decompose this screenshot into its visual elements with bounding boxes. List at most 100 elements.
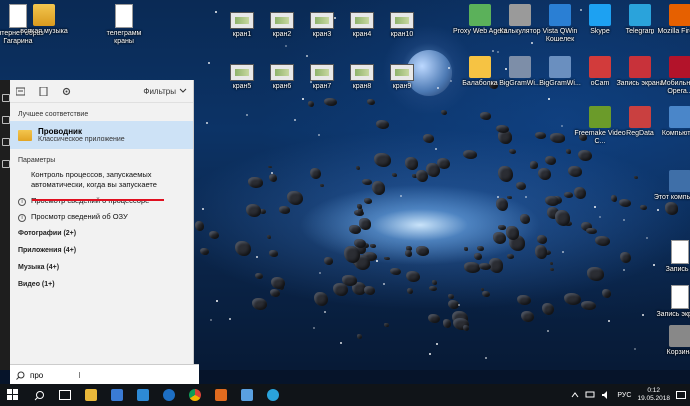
desktop-icon[interactable]: всякая музыка (16, 4, 72, 36)
volume-icon[interactable] (601, 391, 611, 399)
app-icon (509, 4, 531, 26)
star (436, 86, 439, 89)
asteroid (432, 280, 437, 285)
asteroid (463, 325, 470, 332)
desktop-icon[interactable]: кран10 (374, 12, 430, 39)
category-video[interactable]: Видео (1+) (10, 276, 193, 293)
asteroid (536, 234, 548, 244)
task-view-button[interactable] (52, 384, 78, 406)
taskbar-search-button[interactable] (26, 384, 52, 406)
mail-icon (137, 389, 149, 401)
asteroid (310, 167, 321, 179)
asteroid (610, 195, 618, 202)
taskbar-app-edge[interactable] (156, 384, 182, 406)
category-photos[interactable]: Фотографии (2+) (10, 225, 193, 242)
asteroid (367, 99, 375, 106)
asteroid (416, 169, 429, 183)
star (207, 61, 210, 64)
search-input[interactable]: про (30, 371, 43, 380)
start-button[interactable] (0, 384, 26, 406)
filters-dropdown[interactable]: Фильтры (143, 87, 187, 96)
star (598, 216, 601, 219)
app-icon (669, 4, 690, 26)
desktop-icon[interactable]: Корзина (652, 325, 690, 357)
desktop-icon[interactable]: Компьютер (652, 106, 690, 138)
task-view-icon (59, 390, 71, 400)
notifications-icon[interactable] (676, 390, 686, 400)
pictures-icon[interactable] (2, 160, 10, 168)
star (562, 250, 565, 253)
asteroid (362, 179, 372, 186)
asteroid (405, 250, 413, 257)
asteroid (482, 290, 490, 297)
gear-icon[interactable] (62, 87, 71, 96)
asteroid (267, 165, 272, 169)
taskbar-app-paint[interactable] (234, 384, 260, 406)
hamburger-icon[interactable] (2, 94, 10, 102)
language-indicator[interactable]: РУС (617, 392, 631, 399)
taskbar-app-player[interactable] (208, 384, 234, 406)
search-box[interactable]: про I (10, 364, 199, 385)
taskbar-app-mail[interactable] (130, 384, 156, 406)
document-view-icon[interactable] (39, 86, 48, 96)
settings-item-processor[interactable]: i Просмотр сведений о процессоре (10, 193, 193, 209)
asteroid (448, 293, 454, 299)
taskbar-app-explorer[interactable] (78, 384, 104, 406)
list-view-icon[interactable] (16, 87, 25, 96)
desktop-icon[interactable]: кран9 (374, 64, 430, 91)
asteroid (442, 319, 452, 329)
asteroid (601, 289, 611, 299)
asteroid (506, 254, 515, 260)
desktop-icon[interactable]: Этот компьютер (652, 170, 690, 202)
app-icon (589, 106, 611, 128)
star (245, 114, 248, 117)
asteroid (519, 213, 530, 224)
best-match-item[interactable]: Проводник Классическое приложение (10, 121, 193, 149)
settings-item-label: Просмотр сведений о процессоре (31, 196, 149, 206)
asteroid (549, 132, 566, 143)
image-thumbnail-icon (350, 64, 374, 81)
document-icon (115, 4, 133, 28)
app-icon (589, 56, 611, 78)
asteroid (463, 261, 481, 273)
clock[interactable]: 0:12 19.05.2018 (637, 387, 670, 403)
star (228, 318, 231, 321)
info-icon: i (18, 198, 26, 206)
documents-icon[interactable] (2, 138, 10, 146)
desktop-icon[interactable]: Мобильный Opera... (652, 56, 690, 96)
taskbar-app-store[interactable] (104, 384, 130, 406)
category-apps[interactable]: Приложения (4+) (10, 242, 193, 259)
asteroid (544, 155, 557, 165)
chevron-up-icon[interactable] (571, 392, 579, 398)
asteroid (505, 225, 520, 240)
asteroid (252, 297, 268, 311)
search-icon (34, 390, 44, 400)
asteroid (369, 243, 376, 248)
star (216, 299, 219, 302)
desktop-icon[interactable]: Запись 1 (652, 240, 690, 274)
desktop-icon-label: Мобильный Opera... (660, 80, 690, 95)
desktop-icon[interactable]: Запись экрана (652, 285, 690, 319)
star (306, 55, 309, 58)
settings-item-startup[interactable]: Контроль процессов, запускаемых автомати… (10, 167, 193, 193)
asteroid (406, 271, 420, 283)
category-music[interactable]: Музыка (4+) (10, 259, 193, 276)
image-thumbnail-icon (310, 64, 334, 81)
media-icon (215, 389, 227, 401)
network-icon[interactable] (585, 391, 595, 399)
app-icon (469, 4, 491, 26)
asteroid (363, 286, 376, 296)
asteroid (529, 161, 539, 169)
asteroid (319, 183, 325, 188)
star (318, 271, 321, 274)
taskbar-app-chrome[interactable] (182, 384, 208, 406)
taskbar-app-telegram[interactable] (260, 384, 286, 406)
desktop-icon[interactable]: телеграмм краны (96, 4, 152, 46)
star (210, 319, 213, 322)
desktop-icon[interactable]: Mozilla Firefox (652, 4, 690, 36)
desktop-icon-label: Запись 1 (665, 266, 690, 273)
image-thumbnail-icon (390, 12, 414, 29)
settings-item-ram[interactable]: i Просмотр сведений об ОЗУ (10, 209, 193, 225)
star (484, 356, 487, 359)
user-icon[interactable] (2, 116, 10, 124)
